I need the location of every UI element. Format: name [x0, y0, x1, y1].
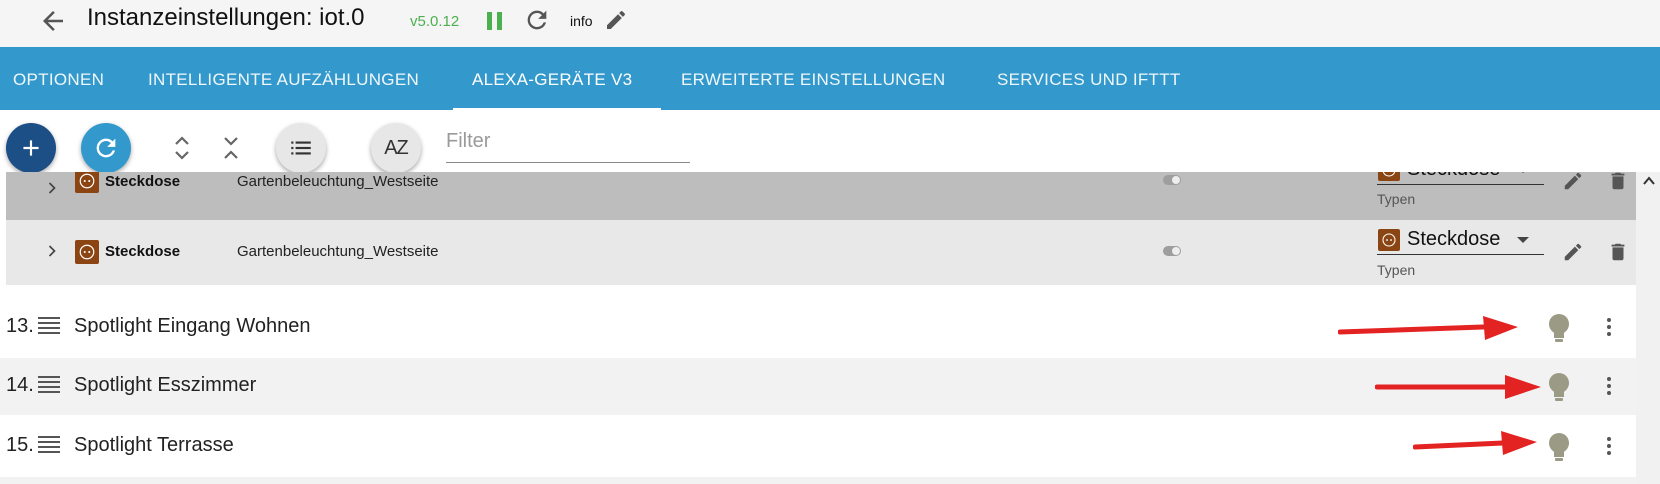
version-label: v5.0.12 [410, 13, 460, 30]
more-vert-icon[interactable] [1597, 434, 1621, 458]
type-select-value: Steckdose [1407, 172, 1500, 181]
refresh-button[interactable] [81, 123, 131, 173]
refresh-icon [96, 138, 116, 158]
type-select[interactable]: Steckdose [1377, 227, 1544, 255]
list-view-button[interactable] [276, 123, 326, 173]
add-button[interactable] [6, 123, 56, 173]
filter-input[interactable] [446, 125, 690, 157]
more-vert-icon[interactable] [1597, 315, 1621, 339]
dropdown-arrow-icon [1517, 237, 1529, 243]
list-icon [291, 141, 311, 155]
annotation-arrow [1338, 316, 1518, 340]
device-name-label: Gartenbeleuchtung_Westseite [237, 173, 439, 190]
type-select-value: Steckdose [1407, 228, 1501, 250]
unfold-less-icon[interactable] [219, 133, 243, 163]
reload-icon[interactable] [523, 6, 551, 34]
sort-az-icon: AZ [384, 136, 409, 159]
light-bulb-icon[interactable] [1546, 431, 1572, 463]
tab-erweiterte-einstellungen[interactable]: ERWEITERTE EINSTELLUNGEN [681, 47, 945, 110]
type-select-label: Typen [1377, 262, 1416, 278]
tab-alexa-geraete-v3[interactable]: ALEXA-GERÄTE V3 [472, 47, 632, 110]
drag-handle-icon[interactable] [38, 315, 60, 337]
annotation-arrow [1375, 375, 1541, 399]
light-bulb-icon[interactable] [1546, 312, 1572, 344]
tab-intelligente-aufzaehlungen[interactable]: INTELLIGENTE AUFZÄHLUNGEN [148, 47, 419, 110]
type-select[interactable]: Steckdose [1377, 172, 1544, 185]
item-label: Spotlight Eingang Wohnen [74, 315, 311, 337]
chevron-right-icon[interactable] [42, 178, 62, 198]
pencil-icon[interactable] [604, 8, 628, 32]
delete-icon[interactable] [1607, 172, 1629, 192]
device-name-label: Gartenbeleuchtung_Westseite [237, 243, 439, 260]
item-label: Spotlight Esszimmer [74, 374, 257, 396]
drag-handle-icon[interactable] [38, 374, 60, 396]
item-number: 13. [6, 315, 34, 337]
item-number: 14. [6, 374, 34, 396]
arrow-left-icon[interactable] [38, 6, 68, 36]
device-list: Steckdose Gartenbeleuchtung_Westseite St… [0, 172, 1660, 484]
chevron-up-icon[interactable] [1642, 174, 1656, 188]
unfold-more-icon[interactable] [170, 133, 194, 163]
tab-services-und-ifttt[interactable]: SERVICES UND IFTTT [997, 47, 1181, 110]
tab-bar: OPTIONEN INTELLIGENTE AUFZÄHLUNGEN ALEXA… [0, 47, 1660, 111]
dropdown-arrow-icon [1517, 172, 1529, 173]
page-title: Instanzeinstellungen: iot.0 [87, 4, 365, 31]
device-type-label: Steckdose [105, 173, 181, 190]
annotation-arrow [1413, 431, 1537, 455]
type-select-label: Typen [1377, 191, 1416, 207]
plus-icon [23, 140, 39, 156]
item-label: Spotlight Terrasse [74, 434, 234, 456]
filter-field[interactable] [446, 125, 690, 163]
socket-icon [75, 240, 99, 264]
drag-handle-icon[interactable] [38, 434, 60, 456]
socket-icon [75, 172, 99, 193]
toolbar: AZ [0, 110, 1660, 173]
chevron-right-icon[interactable] [42, 241, 62, 261]
device-type-label: Steckdose [105, 243, 181, 260]
list-item [0, 477, 1636, 484]
device-toggle[interactable] [1163, 246, 1181, 256]
item-number: 15. [6, 434, 34, 456]
header-bar: Instanzeinstellungen: iot.0 v5.0.12 info [0, 0, 1660, 47]
smart-device-row[interactable]: Steckdose Gartenbeleuchtung_Westseite St… [6, 220, 1636, 285]
socket-icon [1378, 229, 1400, 251]
pencil-icon[interactable] [1562, 241, 1584, 263]
device-toggle[interactable] [1163, 175, 1181, 185]
log-level-label: info [570, 13, 593, 29]
socket-icon [1378, 172, 1400, 181]
delete-icon[interactable] [1607, 241, 1629, 263]
list-item[interactable]: 15. Spotlight Terrasse [0, 418, 1636, 475]
tab-optionen[interactable]: OPTIONEN [13, 47, 104, 110]
pencil-icon[interactable] [1562, 172, 1584, 192]
more-vert-icon[interactable] [1597, 374, 1621, 398]
sort-button[interactable]: AZ [371, 123, 421, 173]
instance-settings-page: Instanzeinstellungen: iot.0 v5.0.12 info… [0, 0, 1660, 484]
pause-icon[interactable] [484, 9, 506, 33]
light-bulb-icon[interactable] [1546, 371, 1572, 403]
scrollbar[interactable] [1636, 172, 1660, 484]
